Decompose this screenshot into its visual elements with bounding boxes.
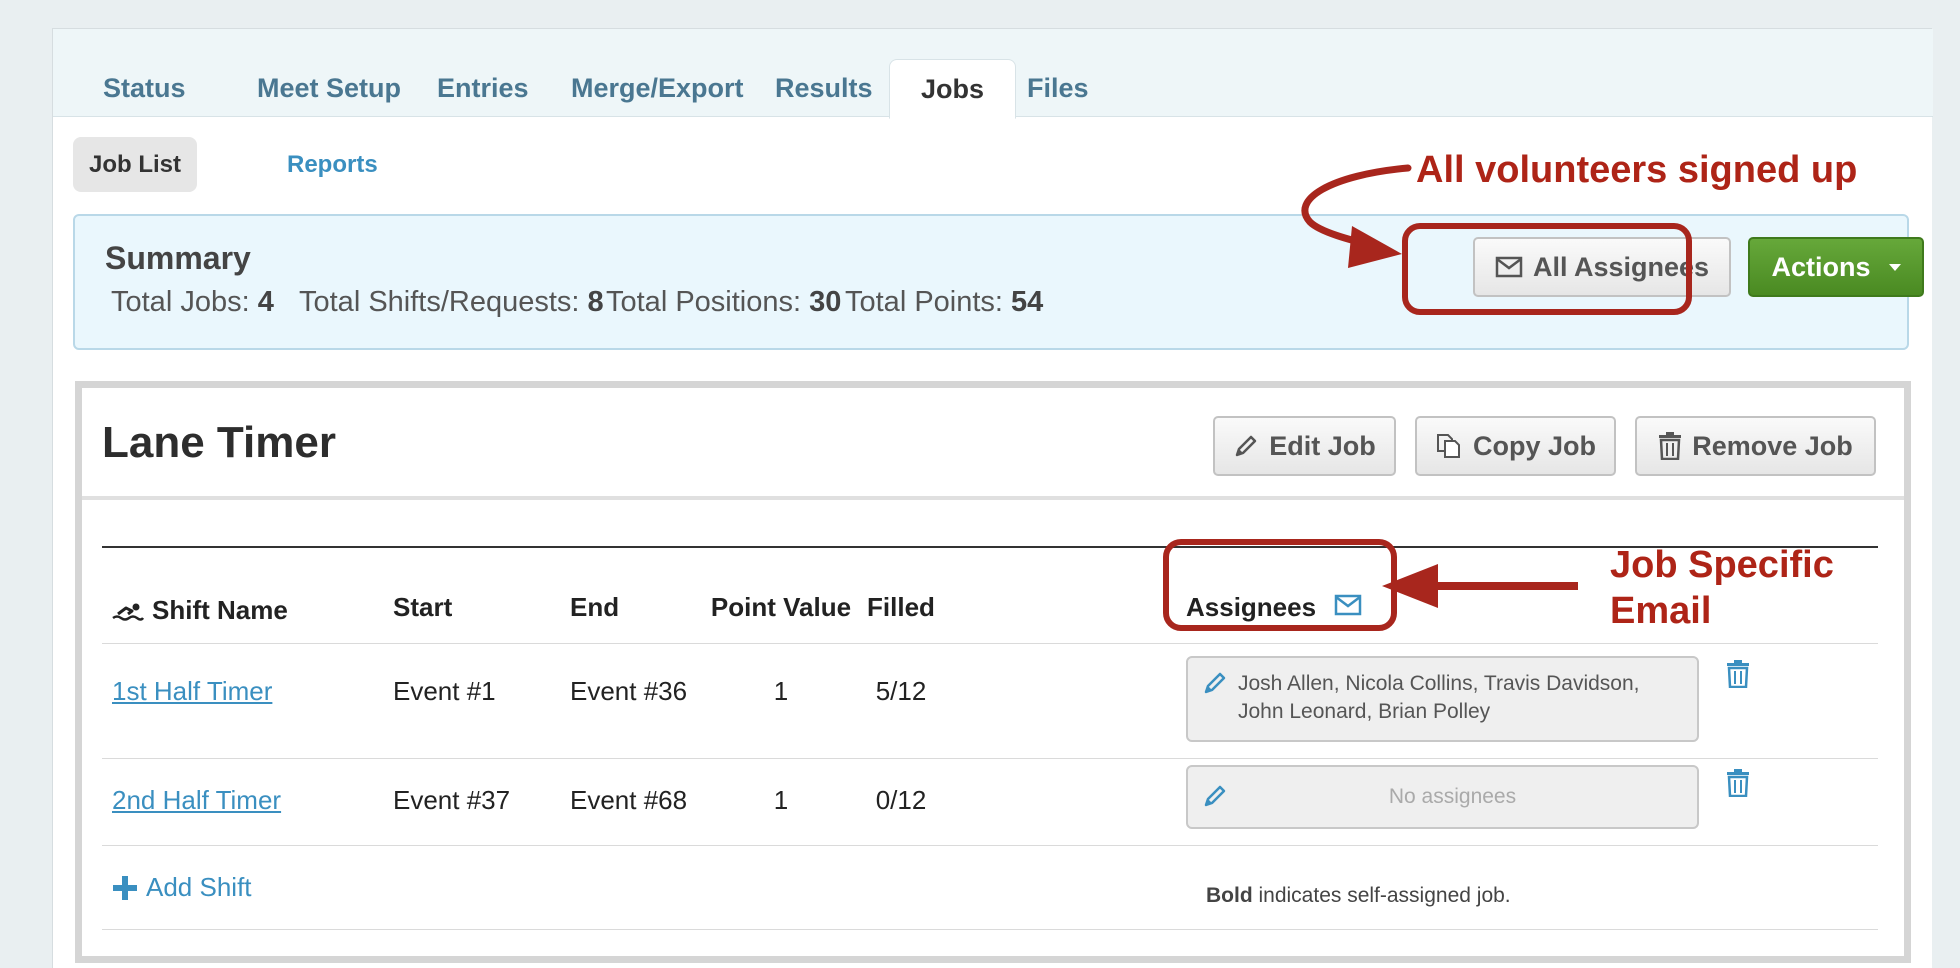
header-end: End xyxy=(570,592,620,622)
annotation-all-volunteers: All volunteers signed up xyxy=(1416,149,1858,191)
remove-job-button[interactable]: Remove Job xyxy=(1635,416,1876,476)
row-divider xyxy=(102,845,1878,846)
delete-shift-trash-icon[interactable] xyxy=(1726,769,1750,797)
job-panel: Lane Timer Edit Job Copy Job Remove Job xyxy=(75,381,1911,963)
main-tabs: Status Meet Setup Entries Merge/Export R… xyxy=(53,29,1933,119)
actions-label: Actions xyxy=(1771,251,1871,282)
edit-assignees-pencil-icon[interactable] xyxy=(1202,783,1228,809)
annotation-job-specific-line1: Job Specific xyxy=(1610,544,1834,586)
tab-entries[interactable]: Entries xyxy=(413,59,553,117)
total-positions-value: 30 xyxy=(809,286,842,318)
shift-filled: 0/12 xyxy=(875,785,927,815)
tab-results[interactable]: Results xyxy=(751,59,897,117)
total-shifts-value: 8 xyxy=(587,286,604,318)
total-points: Total Points: 54 xyxy=(845,286,1043,319)
delete-shift-trash-icon[interactable] xyxy=(1726,660,1750,688)
total-jobs-label: Total Jobs: xyxy=(111,286,250,318)
annotation-job-specific-email: Job Specific Email xyxy=(1610,542,1834,634)
total-points-label: Total Points: xyxy=(845,286,1003,318)
self-assigned-note: Bold indicates self-assigned job. xyxy=(1206,884,1511,908)
actions-dropdown-button[interactable]: Actions xyxy=(1748,237,1924,297)
tab-meet-setup[interactable]: Meet Setup xyxy=(233,59,425,117)
job-header-divider xyxy=(82,496,1904,500)
trash-icon xyxy=(1658,432,1682,460)
header-filled: Filled xyxy=(867,592,935,622)
assignees-box[interactable]: No assignees xyxy=(1186,765,1699,829)
shift-name-link[interactable]: 2nd Half Timer xyxy=(112,785,281,816)
header-start: Start xyxy=(393,592,453,622)
annotation-box-all-assignees xyxy=(1402,223,1692,315)
assignees-box[interactable]: Josh Allen, Nicola Collins, Travis David… xyxy=(1186,656,1699,742)
tab-status[interactable]: Status xyxy=(79,59,210,117)
row-divider xyxy=(102,758,1878,759)
edit-job-button[interactable]: Edit Job xyxy=(1213,416,1396,476)
subnav-job-list[interactable]: Job List xyxy=(73,137,198,192)
tab-merge-export[interactable]: Merge/Export xyxy=(547,59,768,117)
header-shift-name-label: Shift Name xyxy=(152,595,288,625)
annotation-job-specific-line2: Email xyxy=(1610,590,1712,632)
summary-title: Summary xyxy=(105,240,251,276)
caret-down-icon xyxy=(1888,263,1901,271)
total-jobs-value: 4 xyxy=(257,286,274,318)
assignees-list: Josh Allen, Nicola Collins, Travis David… xyxy=(1238,672,1640,723)
annotation-box-job-email xyxy=(1163,539,1397,631)
pencil-icon xyxy=(1233,433,1259,459)
shift-end: Event #68 xyxy=(570,785,688,815)
edit-job-label: Edit Job xyxy=(1269,430,1376,461)
total-positions-label: Total Positions: xyxy=(606,286,802,318)
shift-filled: 5/12 xyxy=(875,676,927,706)
total-points-value: 54 xyxy=(1011,286,1044,318)
annotation-straight-arrow xyxy=(1382,564,1578,608)
total-jobs: Total Jobs: 4 xyxy=(111,286,274,319)
swimmer-icon xyxy=(112,603,144,621)
job-title: Lane Timer xyxy=(102,418,336,467)
note-bold: Bold xyxy=(1206,884,1253,907)
note-text: indicates self-assigned job. xyxy=(1252,884,1511,907)
plus-icon xyxy=(112,875,138,901)
header-shift-name: Shift Name xyxy=(112,595,288,626)
total-shifts-label: Total Shifts/Requests: xyxy=(299,286,580,318)
edit-assignees-pencil-icon[interactable] xyxy=(1202,670,1228,696)
table-bottom-divider xyxy=(102,929,1878,930)
copy-job-label: Copy Job xyxy=(1472,430,1596,461)
add-shift-link[interactable]: Add Shift xyxy=(112,872,252,903)
tab-jobs[interactable]: Jobs xyxy=(889,59,1016,119)
shift-end: Event #36 xyxy=(570,676,688,706)
total-shifts: Total Shifts/Requests: 8 xyxy=(299,286,604,319)
copy-icon xyxy=(1435,432,1463,460)
header-divider xyxy=(102,643,1878,644)
tab-files[interactable]: Files xyxy=(1003,59,1113,117)
add-shift-label: Add Shift xyxy=(146,872,252,902)
shift-name-link[interactable]: 1st Half Timer xyxy=(112,676,272,707)
shift-start: Event #1 xyxy=(393,676,496,706)
subnav-reports[interactable]: Reports xyxy=(271,137,394,192)
total-positions: Total Positions: 30 xyxy=(606,286,841,319)
shift-start: Event #37 xyxy=(393,785,511,815)
remove-job-label: Remove Job xyxy=(1692,430,1853,461)
no-assignees-text: No assignees xyxy=(1388,785,1517,808)
copy-job-button[interactable]: Copy Job xyxy=(1415,416,1616,476)
